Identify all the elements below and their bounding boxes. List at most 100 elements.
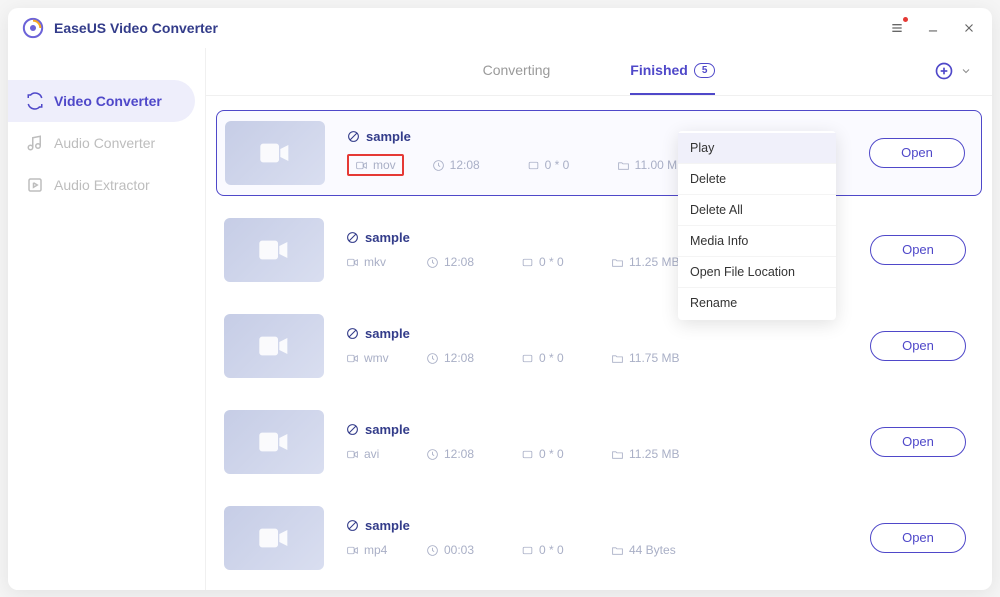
file-size: 44 Bytes	[611, 543, 706, 557]
context-menu-item[interactable]: Play	[678, 133, 836, 164]
clock-icon	[426, 544, 439, 557]
menu-icon[interactable]	[888, 19, 906, 37]
clock-icon	[426, 448, 439, 461]
file-duration: 12:08	[426, 351, 521, 365]
meta-row: avi 12:08 0 * 0 11.25 MB	[346, 447, 854, 461]
file-dimensions: 0 * 0	[527, 158, 617, 172]
open-button[interactable]: Open	[870, 523, 966, 553]
thumbnail	[224, 218, 324, 282]
folder-icon	[611, 352, 624, 365]
camera-icon	[346, 544, 359, 557]
body: Video Converter Audio Converter Audio Ex…	[8, 48, 992, 590]
file-dimensions: 0 * 0	[521, 255, 611, 269]
minimize-icon[interactable]	[924, 19, 942, 37]
file-row[interactable]: sample mov 12:08 0 * 0 11.00 MB	[216, 110, 982, 196]
file-dimensions: 0 * 0	[521, 447, 611, 461]
app-title: EaseUS Video Converter	[54, 20, 218, 36]
tab-converting[interactable]: Converting	[483, 48, 551, 95]
sidebar-item-label: Video Converter	[54, 93, 162, 109]
sidebar-item-video-converter[interactable]: Video Converter	[8, 80, 195, 122]
dimensions-icon	[521, 448, 534, 461]
close-icon[interactable]	[960, 19, 978, 37]
tab-label: Converting	[483, 62, 551, 78]
file-ext: mkv	[346, 255, 426, 269]
tab-finished[interactable]: Finished 5	[630, 48, 715, 95]
main-panel: Converting Finished 5 sample	[205, 48, 992, 590]
file-info: sample mp4 00:03 0 * 0 44 Bytes	[346, 518, 854, 557]
titlebar: EaseUS Video Converter	[8, 8, 992, 48]
file-info: sample avi 12:08 0 * 0 11.25 MB	[346, 422, 854, 461]
file-list: sample mov 12:08 0 * 0 11.00 MB	[206, 96, 992, 590]
file-info: sample wmv 12:08 0 * 0 11.75 MB	[346, 326, 854, 365]
open-button[interactable]: Open	[870, 331, 966, 361]
titlebar-right	[888, 19, 978, 37]
add-button[interactable]	[934, 61, 972, 81]
link-off-icon	[346, 519, 359, 532]
camera-icon	[346, 352, 359, 365]
clock-icon	[426, 256, 439, 269]
context-menu-item[interactable]: Media Info	[678, 226, 836, 257]
clock-icon	[432, 159, 445, 172]
context-menu-item[interactable]: Delete	[678, 164, 836, 195]
file-dimensions: 0 * 0	[521, 351, 611, 365]
app-window: EaseUS Video Converter Video Converter	[8, 8, 992, 590]
camera-icon	[346, 256, 359, 269]
meta-row: wmv 12:08 0 * 0 11.75 MB	[346, 351, 854, 365]
camera-icon	[346, 448, 359, 461]
sidebar-item-audio-extractor[interactable]: Audio Extractor	[8, 164, 195, 206]
sidebar-item-audio-converter[interactable]: Audio Converter	[8, 122, 195, 164]
video-icon	[257, 526, 291, 550]
file-row[interactable]: sample mp4 00:03 0 * 0 44 Bytes	[216, 496, 982, 580]
file-duration: 12:08	[432, 158, 527, 172]
open-button[interactable]: Open	[869, 138, 965, 168]
name-row: sample	[346, 518, 854, 533]
thumbnail	[224, 410, 324, 474]
file-duration: 12:08	[426, 447, 521, 461]
file-name: sample	[365, 518, 410, 533]
finished-count-badge: 5	[694, 63, 716, 78]
link-off-icon	[346, 327, 359, 340]
open-button[interactable]: Open	[870, 427, 966, 457]
link-off-icon	[347, 130, 360, 143]
clock-icon	[426, 352, 439, 365]
file-row[interactable]: sample wmv 12:08 0 * 0 11.75 MB	[216, 304, 982, 388]
sidebar: Video Converter Audio Converter Audio Ex…	[8, 48, 205, 590]
open-button[interactable]: Open	[870, 235, 966, 265]
folder-icon	[611, 448, 624, 461]
context-menu: PlayDeleteDelete AllMedia InfoOpen File …	[678, 131, 836, 320]
file-ext: mp4	[346, 543, 426, 557]
context-menu-item[interactable]: Delete All	[678, 195, 836, 226]
link-off-icon	[346, 231, 359, 244]
link-off-icon	[346, 423, 359, 436]
file-duration: 00:03	[426, 543, 521, 557]
file-name: sample	[366, 129, 411, 144]
file-name: sample	[365, 422, 410, 437]
video-converter-icon	[26, 92, 44, 110]
name-row: sample	[346, 422, 854, 437]
name-row: sample	[346, 326, 854, 341]
meta-row: mp4 00:03 0 * 0 44 Bytes	[346, 543, 854, 557]
chevron-down-icon	[960, 65, 972, 77]
thumbnail	[224, 314, 324, 378]
notification-dot-icon	[903, 17, 908, 22]
file-size: 11.75 MB	[611, 351, 706, 365]
plus-circle-icon	[934, 61, 954, 81]
file-row[interactable]: sample avi 12:08 0 * 0 11.25 MB	[216, 400, 982, 484]
folder-icon	[611, 256, 624, 269]
dimensions-icon	[521, 544, 534, 557]
video-icon	[257, 430, 291, 454]
file-size: 11.25 MB	[611, 447, 706, 461]
tab-label: Finished	[630, 62, 688, 78]
file-duration: 12:08	[426, 255, 521, 269]
video-icon	[258, 141, 292, 165]
file-ext: mov	[347, 154, 404, 176]
sidebar-item-label: Audio Extractor	[54, 177, 150, 193]
context-menu-item[interactable]: Open File Location	[678, 257, 836, 288]
file-name: sample	[365, 230, 410, 245]
thumbnail	[225, 121, 325, 185]
dimensions-icon	[521, 352, 534, 365]
file-row[interactable]: sample mkv 12:08 0 * 0 11.25 MB	[216, 208, 982, 292]
video-icon	[257, 334, 291, 358]
file-name: sample	[365, 326, 410, 341]
context-menu-item[interactable]: Rename	[678, 288, 836, 318]
